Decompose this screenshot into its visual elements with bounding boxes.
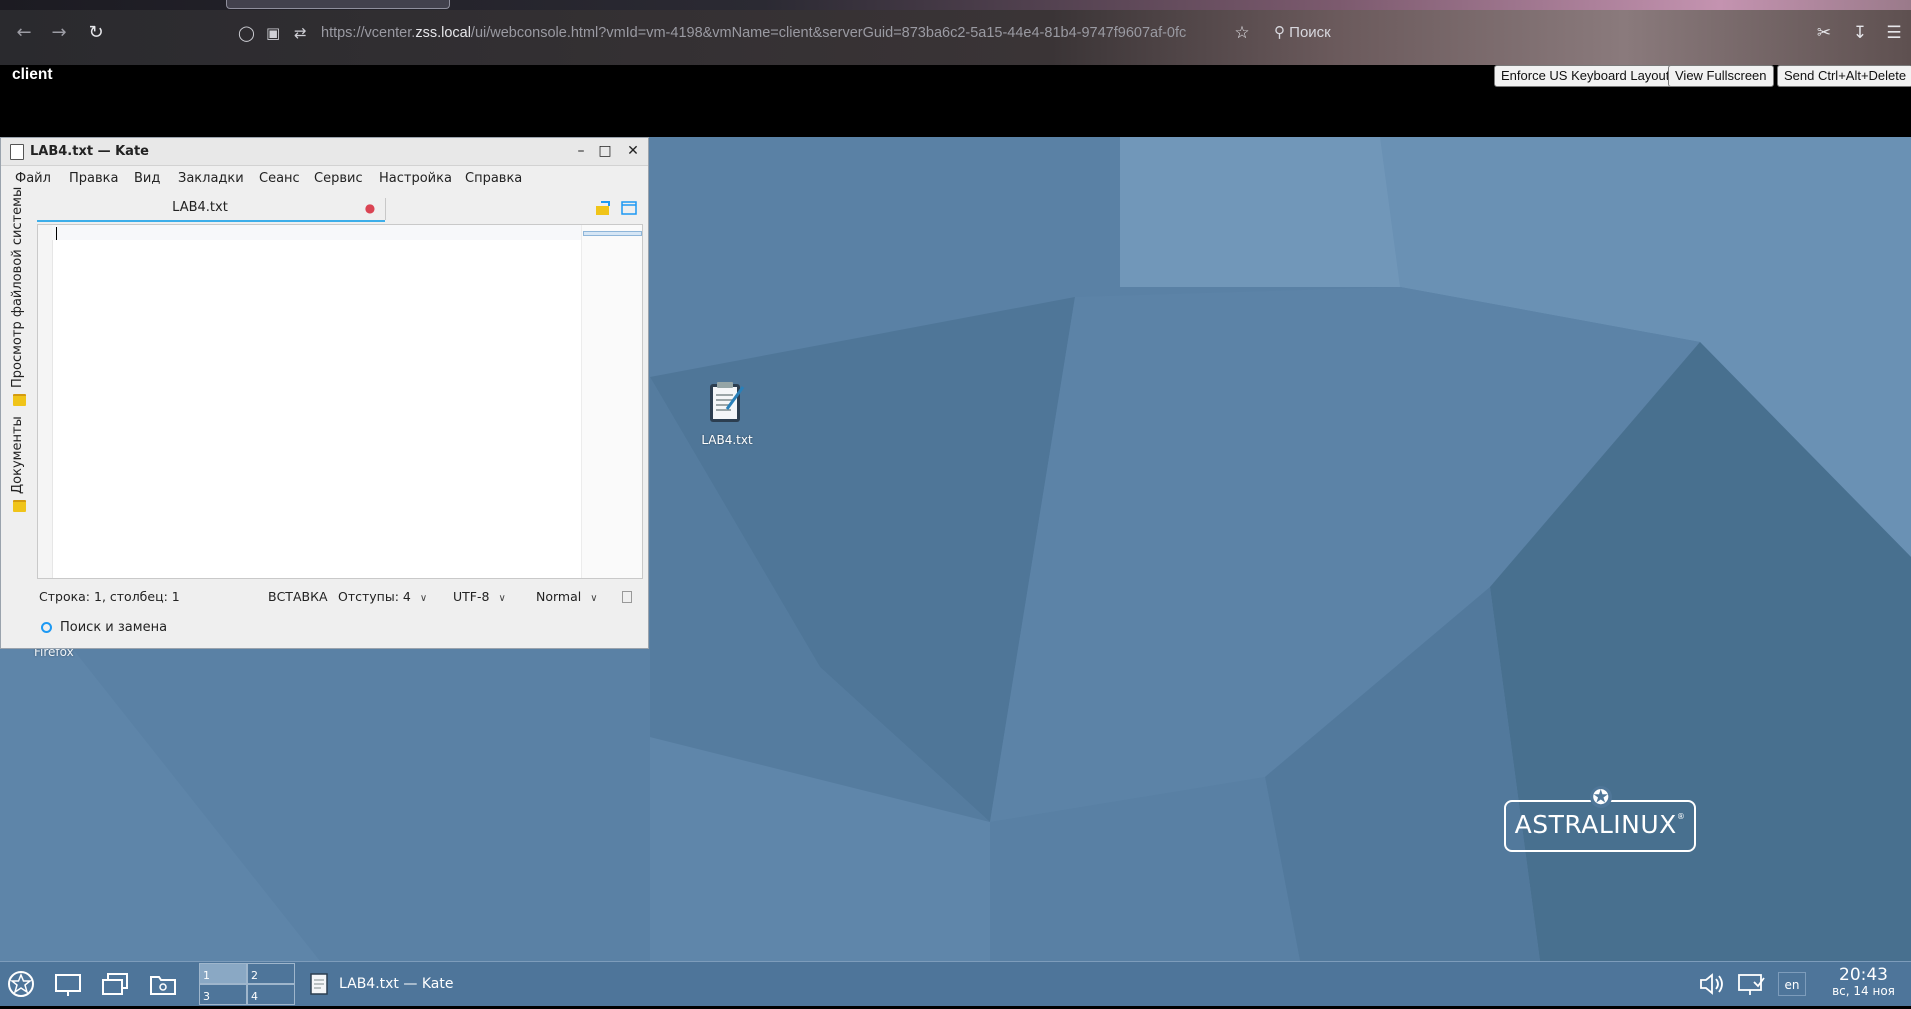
folder-icon	[13, 500, 26, 512]
forward-icon[interactable]: →	[45, 20, 73, 46]
text-editor[interactable]	[37, 224, 643, 579]
kate-titlebar[interactable]: LAB4.txt — Kate – □ ✕	[1, 138, 648, 166]
document-tab-label: LAB4.txt	[172, 200, 228, 215]
desktop-pager: 1 2 3 4	[199, 962, 297, 1006]
menu-bar: Файл Правка Вид Закладки Сеанс Сервис На…	[1, 166, 648, 192]
kate-app-icon	[10, 144, 24, 160]
side-tab-filesystem[interactable]: Просмотр файловой системы	[7, 187, 31, 406]
network-icon[interactable]	[1736, 970, 1766, 998]
split-view-icon[interactable]	[621, 200, 637, 216]
window-title: LAB4.txt — Kate	[30, 144, 149, 159]
tab-separator	[385, 198, 386, 220]
menu-view[interactable]: Вид	[134, 166, 160, 192]
shield-icon[interactable]: ◯	[238, 18, 255, 48]
side-tab-filesystem-label: Просмотр файловой системы	[10, 186, 25, 388]
menu-tools[interactable]: Сервис	[314, 166, 363, 192]
input-mode[interactable]: ВСТАВКА	[268, 585, 328, 609]
chevron-down-icon: ∨	[498, 593, 506, 604]
vm-name: client	[12, 66, 53, 83]
search-icon	[41, 622, 52, 633]
menu-bookmarks[interactable]: Закладки	[178, 166, 244, 192]
search-icon: ⚲	[1274, 24, 1285, 41]
desktop-icon-label: LAB4.txt	[701, 433, 753, 447]
file-manager-icon[interactable]	[148, 970, 178, 998]
reload-icon[interactable]: ↻	[82, 20, 110, 46]
send-ctrl-alt-delete-button[interactable]: Send Ctrl+Alt+Delete	[1777, 65, 1911, 87]
syntax-selector[interactable]: Normal ∨	[536, 585, 598, 609]
fullscreen-button[interactable]: View Fullscreen	[1668, 65, 1774, 87]
text-file-icon	[710, 382, 745, 422]
minimize-icon[interactable]: –	[570, 138, 592, 165]
current-line-highlight	[52, 225, 598, 240]
document-tab-bar: LAB4.txt ●	[37, 196, 643, 222]
back-icon[interactable]: ←	[10, 20, 38, 46]
kate-window: LAB4.txt — Kate – □ ✕ Файл Правка Вид За…	[0, 137, 649, 649]
show-desktop-icon[interactable]	[53, 970, 83, 998]
indent-selector[interactable]: Отступы: 4 ∨	[338, 585, 427, 609]
folder-icon	[13, 394, 26, 406]
taskbar-item-kate[interactable]: LAB4.txt — Kate	[305, 966, 485, 1002]
keyboard-layout-indicator[interactable]: en	[1778, 972, 1806, 996]
browser-toolbar: ← → ↻ ◯ ▣ ⇄ https://vcenter.zss.local/ui…	[0, 0, 1911, 65]
document-tab[interactable]: LAB4.txt ●	[37, 196, 385, 222]
pager-desktop-4[interactable]: 4	[247, 984, 295, 1005]
hamburger-menu-icon[interactable]: ☰	[1880, 20, 1908, 46]
permissions-icon[interactable]: ⇄	[294, 18, 307, 48]
side-tab-documents-label: Документы	[10, 416, 25, 494]
url-bar[interactable]: ◯ ▣ ⇄ https://vcenter.zss.local/ui/webco…	[228, 18, 1248, 48]
desktop-icon-lab4[interactable]: LAB4.txt	[687, 379, 767, 447]
url-text[interactable]: https://vcenter.zss.local/ui/webconsole.…	[321, 18, 1201, 48]
side-panel: Просмотр файловой системы Документы	[7, 187, 31, 643]
chevron-down-icon: ∨	[590, 593, 598, 604]
text-editor-icon	[310, 973, 328, 995]
minimap[interactable]	[581, 225, 642, 578]
search-label: Поиск	[1289, 24, 1331, 41]
downloads-icon[interactable]: ↧	[1846, 20, 1874, 46]
encoding-selector[interactable]: UTF-8 ∨	[453, 585, 506, 609]
cursor-position[interactable]: Строка: 1, столбец: 1	[39, 585, 180, 609]
bookmark-star-icon[interactable]: ☆	[1228, 20, 1256, 46]
tab-close-icon[interactable]: ●	[363, 201, 377, 215]
document-save-status-icon	[622, 591, 632, 603]
clock-time: 20:43	[1839, 965, 1888, 985]
side-tab-documents[interactable]: Документы	[7, 416, 31, 518]
pager-desktop-1[interactable]: 1	[199, 963, 247, 984]
close-icon[interactable]: ✕	[622, 138, 644, 165]
minimap-viewport[interactable]	[583, 231, 642, 236]
menu-help[interactable]: Справка	[465, 166, 522, 192]
menu-session[interactable]: Сеанс	[259, 166, 300, 192]
taskbar-item-label: LAB4.txt — Kate	[339, 976, 454, 992]
clock-date: вс, 14 ноя	[1832, 984, 1895, 998]
console-header: client Enforce US Keyboard Layout View F…	[0, 65, 1911, 137]
search-box[interactable]: ⚲ Поиск	[1274, 18, 1574, 48]
start-menu-icon[interactable]	[6, 970, 36, 998]
screenshot-icon[interactable]: ✂	[1810, 20, 1838, 46]
pager-desktop-2[interactable]: 2	[247, 963, 295, 984]
star-icon: ✪	[1590, 786, 1612, 808]
quick-open-icon[interactable]	[595, 200, 611, 216]
menu-edit[interactable]: Правка	[69, 166, 118, 192]
clock[interactable]: 20:43 вс, 14 ноя	[1816, 966, 1911, 998]
editor-gutter	[38, 225, 53, 578]
browser-active-tab[interactable]	[226, 0, 450, 9]
astra-linux-logo: ✪ ASTRALINUX®	[1504, 786, 1696, 852]
browser-tab-strip	[0, 0, 1911, 10]
maximize-icon[interactable]: □	[594, 138, 616, 165]
lock-icon[interactable]: ▣	[266, 18, 280, 48]
taskbar: 1 2 3 4 LAB4.txt — Kate en 20:43 вс, 14 …	[0, 961, 1911, 1006]
text-cursor	[56, 227, 57, 240]
status-bar: Строка: 1, столбец: 1 ВСТАВКА Отступы: 4…	[37, 585, 643, 609]
pager-desktop-3[interactable]: 3	[199, 984, 247, 1005]
window-switcher-icon[interactable]	[100, 970, 130, 998]
search-replace-button[interactable]: Поиск и замена	[41, 616, 167, 640]
search-replace-label: Поиск и замена	[60, 620, 168, 635]
chevron-down-icon: ∨	[419, 593, 428, 604]
enforce-keyboard-button[interactable]: Enforce US Keyboard Layout	[1494, 65, 1677, 87]
volume-icon[interactable]	[1697, 970, 1727, 998]
menu-settings[interactable]: Настройка	[379, 166, 452, 192]
